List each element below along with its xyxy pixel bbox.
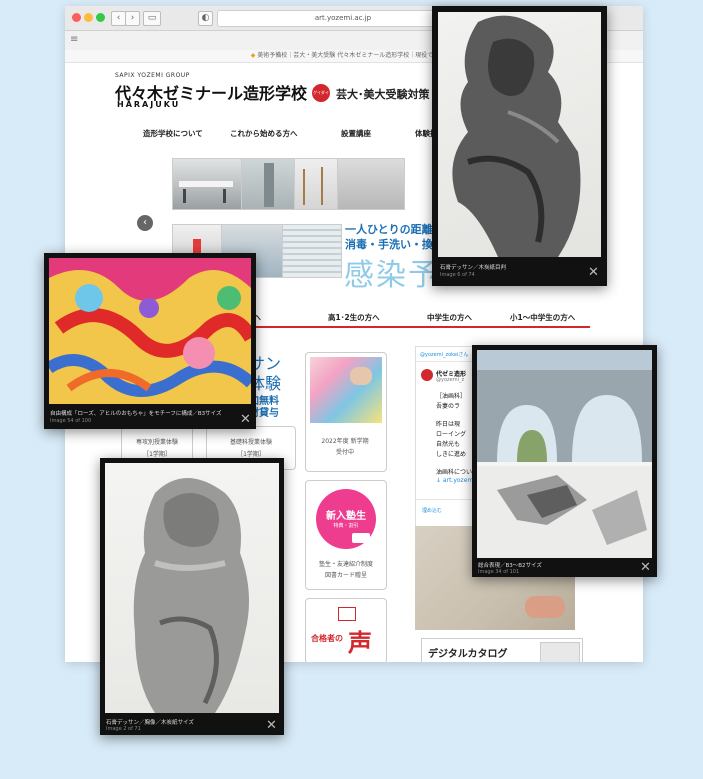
slider-prev-icon[interactable]: ‹ [137, 215, 153, 231]
lightbox-colorful: 自由構成「ローズ、アヒルのおもちゃ」をモチーフに構成／B3サイズ Image 5… [44, 253, 256, 429]
close-icon[interactable]: ✕ [266, 719, 277, 732]
subnav-junior-high[interactable]: 中学生の方へ [427, 312, 472, 323]
card-new-term-line2: 受付中 [335, 449, 354, 456]
twitter-avatar [421, 369, 433, 381]
colorful-artwork [49, 258, 251, 404]
card-major-trial-line1: 専攻別授業体験 [135, 439, 178, 446]
referral-title: 新入塾生 [326, 511, 366, 522]
nav-courses[interactable]: 設置講座 [341, 128, 371, 139]
referral-sub: 特典・割引 [333, 523, 359, 529]
colorful-counter: Image 54 of 100 [50, 418, 92, 424]
twitter-id: @yozemi_z [436, 377, 465, 383]
tweet-line: 吾妻のラ [436, 403, 461, 410]
slider-photo-hall [241, 158, 295, 210]
close-icon[interactable]: ✕ [640, 561, 651, 574]
tweet-line: ［油画科］ [436, 393, 467, 400]
torso-drawing [105, 463, 279, 713]
forward-icon[interactable]: › [125, 11, 140, 26]
card-basic-trial-line1: 基礎科授業体験 [229, 439, 272, 446]
bust-counter: Image 6 of 74 [440, 272, 475, 278]
back-icon[interactable]: ‹ [111, 11, 126, 26]
url-text: art.yozemi.ac.jp [314, 14, 372, 22]
brand-small: SAPIX YOZEMI GROUP [115, 72, 190, 79]
close-icon[interactable]: ✕ [588, 266, 599, 279]
tweet-line: 油画科につい [436, 469, 473, 476]
voice-top: 合格者の [311, 634, 343, 643]
minimize-window-icon[interactable] [84, 13, 93, 22]
colorful-caption: 自由構成「ローズ、アヒルのおもちゃ」をモチーフに構成／B3サイズ [50, 411, 222, 417]
tweet-link[interactable]: ↓ art.yozem [436, 477, 473, 484]
brand-sub: HARAJUKU [117, 100, 181, 109]
slider-photo-easels [294, 158, 338, 210]
shield-icon[interactable]: ◐ [198, 11, 213, 26]
architecture-caption: 総合表現／B3〜B2サイズ [478, 563, 542, 569]
twitter-embed-link[interactable]: 埋め込む [422, 507, 442, 514]
subnav-elementary[interactable]: 小1〜中学生の方へ [510, 312, 575, 323]
tweet-line: ローイング [436, 431, 467, 438]
tweet-line: 自然光も [436, 441, 461, 448]
tweet-line: 昨日は現 [436, 421, 461, 428]
lightbox-architecture: 総合表現／B3〜B2サイズ Image 34 of 101 ✕ [472, 345, 657, 577]
card-voice[interactable]: 合格者の 声 [305, 598, 387, 662]
subnav-high-school[interactable]: 高1･2生の方へ [328, 312, 380, 323]
architecture-counter: Image 34 of 101 [478, 569, 520, 575]
nav-about[interactable]: 造形学校について [143, 128, 203, 139]
torso-counter: Image 2 of 71 [106, 726, 141, 732]
card-basic-trial-line2: ［1学期］ [237, 451, 265, 458]
nav-beginners[interactable]: これから始める方へ [230, 128, 298, 139]
lightbox-torso: 石膏デッサン／胸像／木炭紙サイズ Image 2 of 71 ✕ [100, 458, 284, 735]
slider-big-text: 感染予 [344, 258, 440, 293]
slider-photo-classroom [172, 158, 242, 210]
close-icon[interactable]: ✕ [240, 413, 251, 426]
close-window-icon[interactable] [72, 13, 81, 22]
slider-photo-studio [337, 158, 405, 210]
bookmark-text[interactable]: 美術予備校｜芸大・美大受験 代々木ゼミナール造形学校｜現役で美術大学 [257, 52, 457, 59]
navi-badge[interactable]: ゲイダイナビ [312, 84, 330, 102]
voice-label: 声 [348, 629, 372, 657]
referral-line1: 塾生・友達紹介制度 [318, 561, 373, 568]
card-photo-painting [310, 357, 382, 423]
catalog-title: デジタルカタログ [428, 649, 508, 660]
tweet-line: しきに進め [436, 451, 467, 458]
sidebar-icon[interactable]: ▭ [143, 11, 161, 26]
badge-text: ゲイダイナビ [313, 90, 329, 95]
lightbox-bust: 石膏デッサン／木炭紙目判 Image 6 of 74 ✕ [432, 6, 607, 286]
card-referral[interactable]: 新入塾生 特典・割引 塾生・友達紹介制度 図書カード贈呈 [305, 480, 387, 590]
voice-icon [338, 607, 356, 621]
catalog-thumb [540, 642, 580, 662]
menu-icon[interactable]: ≡ [70, 34, 78, 45]
referral-badge: 新入塾生 特典・割引 [316, 489, 376, 549]
architecture-drawing [477, 350, 652, 558]
card-major-trial-line2: ［1学期］ [143, 451, 171, 458]
zoom-window-icon[interactable] [96, 13, 105, 22]
tagline: 芸大･美大受験対策 [336, 88, 430, 101]
referral-line2: 図書カード贈呈 [324, 572, 367, 579]
card-new-term-line1: 2022年度 新学期 [321, 438, 369, 445]
twitter-handle[interactable]: @yozemi_zokeiさん [420, 351, 468, 358]
bust-drawing [438, 12, 601, 257]
bust-caption: 石膏デッサン／木炭紙目判 [440, 265, 507, 271]
slider-text-1: 一人ひとりの距離を [345, 223, 444, 236]
slider-photo-blinds [282, 224, 342, 278]
digital-catalog[interactable]: デジタルカタログ [421, 638, 583, 662]
torso-caption: 石膏デッサン／胸像／木炭紙サイズ [106, 720, 194, 726]
